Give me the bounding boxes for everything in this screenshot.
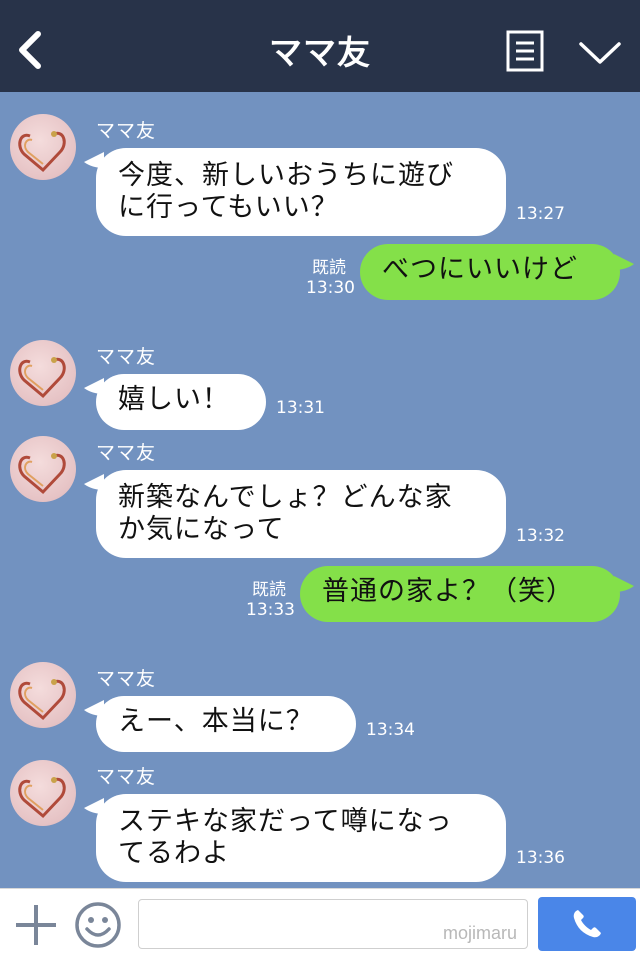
message-text: に行ってもいい？ [118, 192, 339, 223]
chat-area: ママ友 今度、新しいおうちに遊び に行ってもいい？ 13:27 既読 13:30… [0, 92, 640, 888]
message-time: 13:32 [516, 526, 565, 546]
message-text: か気になって [118, 514, 285, 545]
avatar[interactable] [10, 114, 76, 180]
menu-list-icon[interactable] [506, 30, 544, 72]
avatar[interactable] [10, 436, 76, 502]
message-text: えー、本当に？ [118, 706, 314, 737]
smiley-icon[interactable] [74, 901, 122, 949]
heart-necklace-icon [18, 777, 66, 819]
message-text: てるわよ [118, 838, 230, 869]
heart-necklace-icon [18, 453, 66, 495]
avatar[interactable] [10, 662, 76, 728]
input-bar: mojimaru [0, 888, 640, 961]
avatar[interactable] [10, 760, 76, 826]
watermark-text: mojimaru [442, 923, 517, 943]
plus-icon[interactable] [14, 903, 58, 947]
bubble-tail [614, 254, 634, 270]
message-time: 13:34 [366, 720, 415, 740]
message-time: 13:27 [516, 204, 565, 224]
message-text: 今度、新しいおうちに遊び [118, 160, 454, 191]
message-bubble-incoming[interactable]: ステキな家だって噂になっ てるわよ [96, 794, 506, 882]
chat-header: ママ友 [0, 0, 640, 92]
message-bubble-outgoing[interactable]: 普通の家よ？（笑） [300, 566, 620, 622]
message-time: 13:36 [516, 848, 565, 868]
message-text: ステキな家だって噂になっ [118, 806, 453, 837]
chat-title: ママ友 [269, 33, 371, 72]
avatar[interactable] [10, 340, 76, 406]
message-text: べつにいいけど [382, 254, 578, 285]
sender-name: ママ友 [96, 668, 157, 690]
sender-name: ママ友 [96, 120, 157, 142]
heart-necklace-icon [18, 357, 66, 399]
read-receipt: 既読 13:30 [306, 258, 355, 298]
message-bubble-incoming[interactable]: 今度、新しいおうちに遊び に行ってもいい？ [96, 148, 506, 236]
message-input[interactable]: mojimaru [138, 899, 528, 949]
message-time: 13:31 [276, 398, 325, 418]
message-bubble-incoming[interactable]: えー、本当に？ [96, 696, 356, 752]
read-receipt: 既読 13:33 [246, 580, 295, 620]
message-text: 新築なんでしょ？どんな家 [118, 482, 453, 513]
chevron-down-icon[interactable] [578, 38, 622, 68]
phone-icon [573, 910, 601, 938]
sender-name: ママ友 [96, 442, 157, 464]
bubble-tail [614, 576, 634, 592]
message-bubble-incoming[interactable]: 新築なんでしょ？どんな家 か気になって [96, 470, 506, 558]
message-bubble-incoming[interactable]: 嬉しい！ [96, 374, 266, 430]
message-bubble-outgoing[interactable]: べつにいいけど [360, 244, 620, 300]
sender-name: ママ友 [96, 346, 157, 368]
heart-necklace-icon [18, 131, 66, 173]
message-text: 嬉しい！ [118, 384, 230, 415]
sender-name: ママ友 [96, 766, 157, 788]
heart-necklace-icon [18, 679, 66, 721]
call-button[interactable] [538, 897, 636, 951]
message-text: 普通の家よ？（笑） [322, 576, 574, 607]
